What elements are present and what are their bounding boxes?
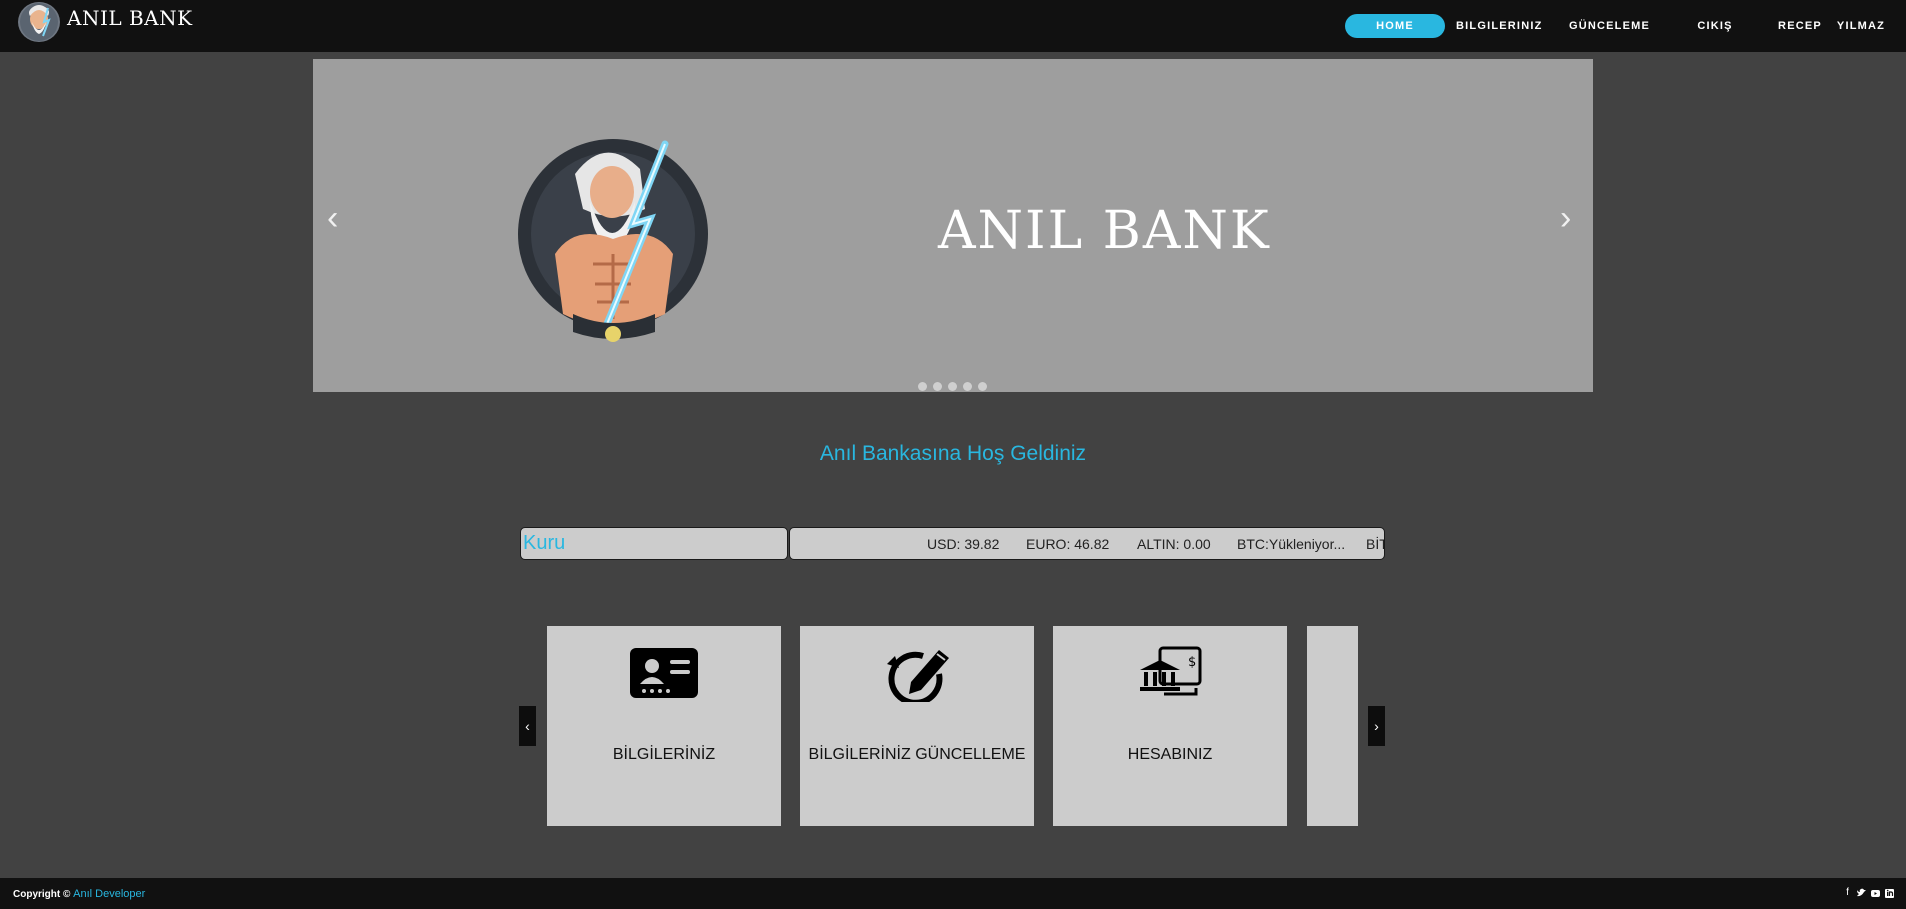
zeus-logo[interactable]: [18, 2, 60, 42]
nav-cikis[interactable]: CIKIŞ: [1685, 14, 1745, 38]
currency-label-box: Kuru: [520, 527, 788, 560]
facebook-icon[interactable]: f: [1843, 888, 1852, 898]
currency-ticker: USD: 39.82 EURO: 46.82 ALTIN: 0.00 BTC:Y…: [789, 527, 1385, 560]
nav-bilgileriniz[interactable]: BILGILERINIZ: [1456, 14, 1541, 38]
ticker-next-item: BİT: [1366, 536, 1384, 552]
ticker-gold: ALTIN: 0.00: [1137, 536, 1211, 552]
copyright-text: Copyright ©: [13, 889, 71, 900]
slide-dot[interactable]: [978, 382, 987, 391]
welcome-message: Anıl Bankasına Hoş Geldiniz: [819, 442, 1087, 465]
card-bilgileriniz[interactable]: BİLGİLERİNİZ: [547, 626, 781, 826]
top-navbar: ANIL BANK HOME BILGILERINIZ GÜNCELEME CI…: [0, 0, 1906, 52]
slide-indicators: [918, 382, 987, 391]
twitter-icon[interactable]: [1857, 888, 1866, 898]
zeus-illustration: [518, 139, 708, 342]
ticker-usd: USD: 39.82: [927, 536, 1000, 552]
slide-dot[interactable]: [933, 382, 942, 391]
youtube-icon[interactable]: [1871, 888, 1880, 898]
ticker-euro: EURO: 46.82: [1026, 536, 1110, 552]
hero-title: ANIL BANK: [938, 201, 1271, 261]
carousel-next-button[interactable]: ›: [1368, 706, 1385, 746]
card-next-partial[interactable]: [1307, 626, 1358, 826]
nav-guncelleme[interactable]: GÜNCELEME: [1567, 14, 1652, 38]
card-hesabiniz[interactable]: $ HESABINIZ: [1053, 626, 1287, 826]
carousel-prev-button[interactable]: ‹: [519, 706, 536, 746]
hero-prev-arrow[interactable]: ‹: [327, 201, 338, 235]
hero-next-arrow[interactable]: ›: [1560, 201, 1571, 235]
svg-text:$: $: [1188, 655, 1196, 670]
nav-user-last-name[interactable]: YILMAZ: [1833, 14, 1889, 38]
card-label: HESABINIZ: [1127, 746, 1213, 763]
currency-label: Kuru: [523, 532, 566, 554]
slide-dot[interactable]: [948, 382, 957, 391]
nav-home[interactable]: HOME: [1345, 14, 1445, 38]
edit-pencil-icon: [887, 650, 949, 702]
slide-dot[interactable]: [963, 382, 972, 391]
card-label: BİLGİLERİNİZ: [612, 746, 716, 763]
linkedin-icon[interactable]: [1885, 888, 1894, 898]
footer: Copyright © Anıl Developer f: [0, 878, 1906, 909]
id-card-icon: [630, 648, 698, 698]
copyright: Copyright © Anıl Developer: [13, 888, 145, 900]
brand-name[interactable]: ANIL BANK: [67, 6, 193, 30]
hero-slider: ANIL BANK ‹ ›: [313, 59, 1593, 392]
social-links: f: [1843, 888, 1894, 898]
developer-link[interactable]: Anıl Developer: [73, 888, 145, 900]
slide-dot[interactable]: [918, 382, 927, 391]
bank-account-icon: $: [1140, 646, 1202, 696]
nav-user-first-name[interactable]: RECEP: [1772, 14, 1828, 38]
card-label: BİLGİLERİNİZ GÜNCELLEME: [808, 746, 1026, 763]
card-bilgileriniz-guncelleme[interactable]: BİLGİLERİNİZ GÜNCELLEME: [800, 626, 1034, 826]
ticker-btc: BTC:Yükleniyor...: [1237, 536, 1346, 552]
